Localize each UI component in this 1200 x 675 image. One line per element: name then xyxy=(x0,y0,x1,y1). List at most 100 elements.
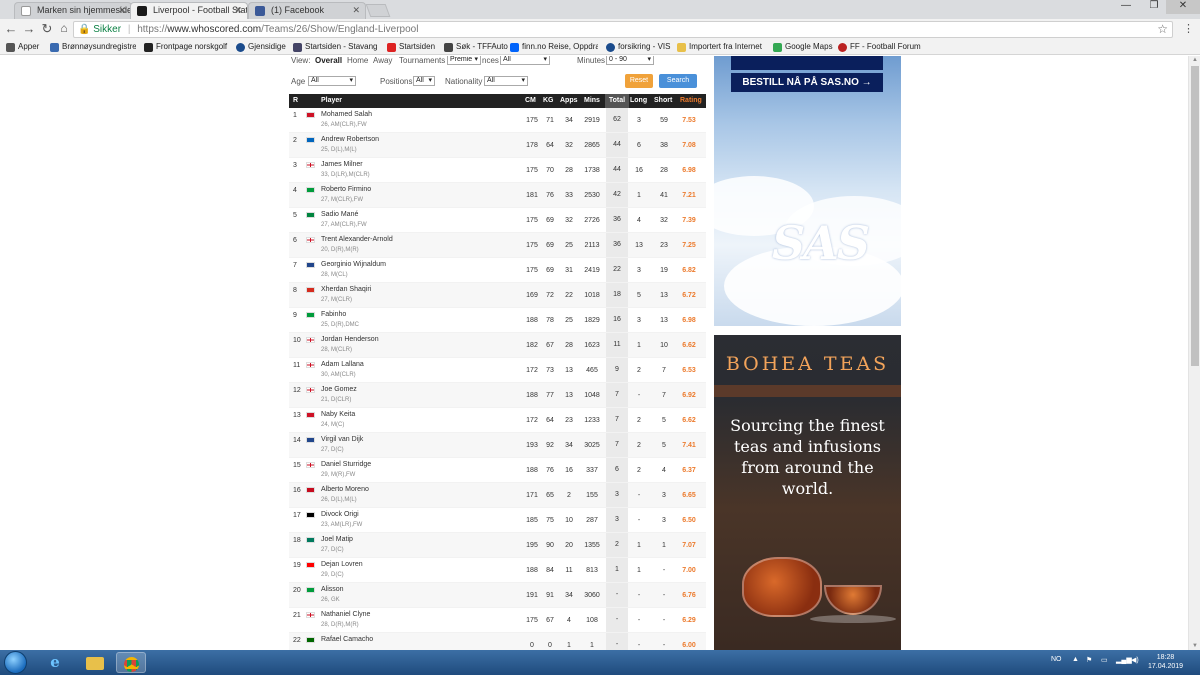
scroll-down-icon[interactable]: ▼ xyxy=(1191,642,1199,650)
table-row[interactable]: 9 Fabinho 25, D(R),DMC 188 78 25 1829 16 3 13 6.98 xyxy=(289,308,706,333)
col-rank[interactable]: R xyxy=(293,94,298,108)
table-row[interactable]: 21 Nathaniel Clyne 28, D(R),M(R) 175 67 4 108 -… xyxy=(289,608,706,633)
player-name[interactable]: Naby Keita xyxy=(321,411,355,418)
bohea-teas-ad[interactable]: BOHEA TEAS Sourcing the finest teas and … xyxy=(714,335,901,650)
player-name[interactable]: Sadio Mané xyxy=(321,211,358,218)
table-row[interactable]: 8 Xherdan Shaqiri 27, M(CLR) 169 72 22 1018 18 5… xyxy=(289,283,706,308)
bookmark-startsiden-stavanger[interactable]: Startsiden - Stavange xyxy=(293,41,377,54)
player-name[interactable]: Daniel Sturridge xyxy=(321,461,371,468)
view-away[interactable]: Away xyxy=(373,56,392,65)
tab-liverpool[interactable]: Liverpool - Football Stati ✕ xyxy=(130,2,248,19)
table-row[interactable]: 7 Georginio Wijnaldum 28, M(CL) 175 69 31 2419… xyxy=(289,258,706,283)
player-name[interactable]: Virgil van Dijk xyxy=(321,436,363,443)
bookmark-apper[interactable]: Apper xyxy=(6,41,39,54)
player-name[interactable]: Nathaniel Clyne xyxy=(321,611,370,618)
table-row[interactable]: 17 Divock Origi 23, AM(LR),FW 185 75 10 287 3 - 3… xyxy=(289,508,706,533)
bookmark-football-forum[interactable]: FF - Football Forum xyxy=(838,41,921,54)
new-tab-button[interactable] xyxy=(365,4,391,17)
maximize-button[interactable]: ❐ xyxy=(1140,0,1168,14)
col-apps[interactable]: Apps xyxy=(560,94,578,108)
age-select[interactable]: All xyxy=(308,76,356,86)
menu-icon[interactable]: ⋮ xyxy=(1183,22,1194,35)
view-home[interactable]: Home xyxy=(347,56,368,65)
tournaments-select[interactable]: Premie xyxy=(447,56,481,65)
tab-marken[interactable]: Marken sin hjemmeside ✕ xyxy=(14,2,132,19)
player-name[interactable]: Georginio Wijnaldum xyxy=(321,261,386,268)
player-name[interactable]: Alisson xyxy=(321,586,344,593)
table-row[interactable]: 5 Sadio Mané 27, AM(CLR),FW 175 69 32 2726 36 4 3… xyxy=(289,208,706,233)
bookmark-star-icon[interactable]: ☆ xyxy=(1157,22,1168,37)
player-name[interactable]: Dejan Lovren xyxy=(321,561,363,568)
language-indicator[interactable]: NO xyxy=(1051,656,1062,663)
table-row[interactable]: 15 Daniel Sturridge 29, M(R),FW 188 76 16 337 6… xyxy=(289,458,706,483)
bookmark-finn[interactable]: finn.no Reise, Oppdra xyxy=(510,41,598,54)
player-name[interactable]: Rafael Camacho xyxy=(321,636,373,643)
page-scrollbar[interactable]: ▲ ▼ xyxy=(1188,56,1200,650)
table-row[interactable]: 11 Adam Lallana 30, AM(CLR) 172 73 13 465 9 2 7 6.… xyxy=(289,358,706,383)
col-short[interactable]: Short xyxy=(654,94,672,108)
sas-cta[interactable]: BESTILL NÅ PÅ SAS.NO → xyxy=(731,73,883,92)
volume-icon[interactable]: ◀) xyxy=(1131,656,1139,664)
player-name[interactable]: Jordan Henderson xyxy=(321,336,379,343)
scroll-up-icon[interactable]: ▲ xyxy=(1191,56,1199,64)
bookmark-forsikring[interactable]: forsikring - VIS xyxy=(606,41,670,54)
bookmark-gjensidige[interactable]: Gjensidige xyxy=(236,41,286,54)
chrome-icon[interactable] xyxy=(116,652,146,673)
bookmark-startsiden[interactable]: Startsiden xyxy=(387,41,435,54)
table-row[interactable]: 4 Roberto Firmino 27, M(CLR),FW 181 76 33 2530… xyxy=(289,183,706,208)
sas-ad[interactable]: BESTILL NÅ PÅ SAS.NO → SAS xyxy=(714,56,901,326)
table-row[interactable]: 12 Joe Gomez 21, D(CLR) 188 77 13 1048 7 - 7 6.92 xyxy=(289,383,706,408)
appearances-select[interactable]: All xyxy=(500,56,550,65)
table-row[interactable]: 1 Mohamed Salah 26, AM(CLR),FW 175 71 34 2919 6… xyxy=(289,108,706,133)
minutes-select[interactable]: 0 - 90 xyxy=(606,56,654,65)
search-button[interactable]: Search xyxy=(659,74,697,88)
col-cm[interactable]: CM xyxy=(525,94,536,108)
bookmark-bronnoysund[interactable]: Brønnøysundregistre xyxy=(50,41,136,54)
table-row[interactable]: 19 Dejan Lovren 29, D(C) 188 84 11 813 1 1-7.00 xyxy=(289,558,706,583)
back-icon[interactable]: ← xyxy=(4,22,18,36)
player-name[interactable]: Adam Lallana xyxy=(321,361,364,368)
col-mins[interactable]: Mins xyxy=(584,94,600,108)
tray-arrow-icon[interactable]: ▲ xyxy=(1072,656,1079,663)
player-name[interactable]: James Milner xyxy=(321,161,363,168)
tab-facebook[interactable]: (1) Facebook ✕ xyxy=(248,2,366,19)
system-clock[interactable]: 18:28 17.04.2019 xyxy=(1148,653,1183,671)
col-kg[interactable]: KG xyxy=(543,94,554,108)
table-row[interactable]: 22 Rafael Camacho 0 0 1 1 - - - 6.00 xyxy=(289,633,706,650)
bookmark-importert[interactable]: Importert fra Internet xyxy=(677,41,771,54)
table-row[interactable]: 13 Naby Keita 24, M(C) 172 64 23 1233 7 2 5 6.62 xyxy=(289,408,706,433)
url-input[interactable]: 🔒 Sikker | https://www.whoscored.com/Tea… xyxy=(73,21,1173,38)
table-row[interactable]: 16 Alberto Moreno 26, D(L),M(L) 171 65 2 155 3 -… xyxy=(289,483,706,508)
home-icon[interactable]: ⌂ xyxy=(57,22,71,36)
view-overall[interactable]: Overall xyxy=(315,56,342,65)
close-icon[interactable]: ✕ xyxy=(352,3,360,18)
player-name[interactable]: Andrew Robertson xyxy=(321,136,379,143)
table-row[interactable]: 3 James Milner 33, D(LR),M(CLR) 175 70 28 1738… xyxy=(289,158,706,183)
file-explorer-icon[interactable] xyxy=(80,652,110,673)
monitor-icon[interactable]: ▭ xyxy=(1101,656,1108,664)
col-long[interactable]: Long xyxy=(630,94,647,108)
col-rating[interactable]: Rating xyxy=(680,94,702,108)
reload-icon[interactable]: ↻ xyxy=(40,22,54,36)
close-icon[interactable]: ✕ xyxy=(234,3,242,18)
reset-button[interactable]: Reset xyxy=(625,74,653,88)
col-player[interactable]: Player xyxy=(321,94,342,108)
player-name[interactable]: Joe Gomez xyxy=(321,386,357,393)
player-name[interactable]: Joel Matip xyxy=(321,536,353,543)
table-row[interactable]: 18 Joel Matip 27, D(C) 195 90 20 1355 2 1 1 7.07 xyxy=(289,533,706,558)
player-name[interactable]: Mohamed Salah xyxy=(321,111,372,118)
player-name[interactable]: Fabinho xyxy=(321,311,346,318)
table-row[interactable]: 14 Virgil van Dijk 27, D(C) 193 92 34 3025 7 2 5 7… xyxy=(289,433,706,458)
table-row[interactable]: 2 Andrew Robertson 25, D(L),M(L) 178 64 32 286… xyxy=(289,133,706,158)
internet-explorer-icon[interactable]: e xyxy=(40,652,70,673)
scroll-thumb[interactable] xyxy=(1191,66,1199,366)
player-name[interactable]: Trent Alexander-Arnold xyxy=(321,236,393,243)
table-row[interactable]: 10 Jordan Henderson 28, M(CLR) 182 67 28 1623 1… xyxy=(289,333,706,358)
player-name[interactable]: Divock Origi xyxy=(321,511,359,518)
table-row[interactable]: 6 Trent Alexander-Arnold 20, D(R),M(R) 175 6… xyxy=(289,233,706,258)
bookmark-tffauto[interactable]: Søk - TFFAuto xyxy=(444,41,508,54)
positions-select[interactable]: All xyxy=(413,76,435,86)
forward-icon[interactable]: → xyxy=(22,22,36,36)
table-row[interactable]: 20 Alisson 26, GK 191 91 34 3060- - -6.76 xyxy=(289,583,706,608)
flag-icon[interactable]: ⚑ xyxy=(1086,656,1092,664)
